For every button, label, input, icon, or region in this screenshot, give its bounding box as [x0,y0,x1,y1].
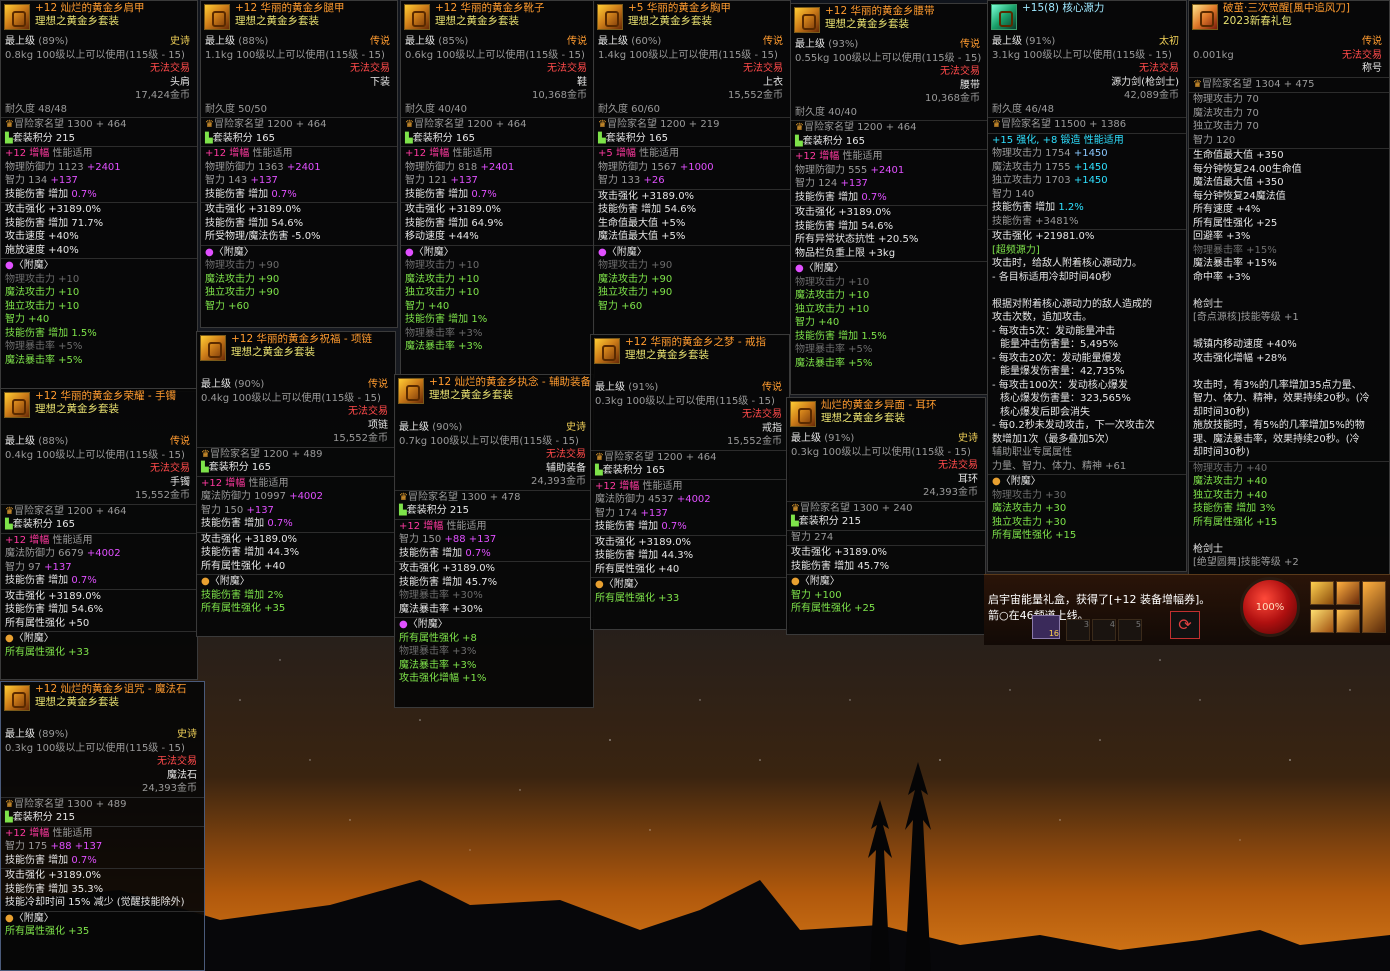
enchant-orb-icon: ● [201,576,210,587]
enchant-orb-icon: ● [5,912,14,924]
portrait-badge: 16 [1048,629,1059,638]
enchant-orb-icon: ● [205,246,214,258]
skill-icon-4[interactable] [1336,609,1360,633]
skill-icon-2[interactable] [1336,581,1360,605]
pants-icon [204,4,230,30]
skill-icon-3[interactable] [1310,609,1334,633]
tooltip-title-gift: 破茧·三次觉醒[風中追风刀] 2023新春礼包 传说 0.001kg 无法交易 称… [1188,0,1390,578]
quick-slot-3[interactable]: 3 [1066,619,1090,641]
quick-slot-5[interactable]: 5 [1118,619,1142,641]
tooltip-support-equipment: +12 灿烂的黄金乡执念 - 辅助装备 理想之黄金乡套装 最上级 (90%) 史诗… [394,374,594,708]
shoulder-armor-icon [4,4,30,30]
skill-slot-icon[interactable]: ⟳ [1170,611,1200,639]
enchant-orb-icon: ● [399,619,408,630]
item-title: +12 灿烂的黄金乡诅咒 - 魔法石 [35,683,187,695]
enchant-orb-icon: ● [795,263,804,274]
tooltip-core-weapon: +15(8) 核心源力 最上级 (91%) 太初 3.1kg 100级以上可以使用… [987,0,1187,572]
necklace-icon [200,335,226,361]
shoes-icon [404,4,430,30]
durability: 耐久度 48/48 [5,103,67,115]
set-icon: ▙ [791,516,799,527]
item-title: +12 华丽的黄金乡荣耀 - 手镯 [35,390,176,402]
untradeable: 无法交易 [150,63,190,74]
grade: 史诗 [170,36,190,47]
fame-icon: ♛ [992,119,1001,130]
set-icon: ▙ [399,505,407,516]
bracelet-icon [4,392,30,418]
tooltip-belt: +12 华丽的黄金乡腰带 理想之黄金乡套装 最上级 (93%) 传说 0.55kg… [790,3,988,395]
ring-icon [594,338,620,364]
tooltip-shoes: +12 华丽的黄金乡靴子 理想之黄金乡套装 最上级 (85%) 传说 0.6kg … [400,0,595,378]
set-icon: ▙ [5,519,13,530]
set-name: 理想之黄金乡套装 [35,15,119,27]
tooltip-necklace: +12 华丽的黄金乡祝福 - 项链 理想之黄金乡套装 最上级 (90%) 传说 0… [196,331,396,637]
enchant-orb-icon: ● [992,476,1001,487]
title-gift-icon [1192,4,1218,30]
enchant-orb-icon: ● [598,246,607,258]
tooltip-bracelet: +12 华丽的黄金乡荣耀 - 手镯 理想之黄金乡套装 最上级 (88%) 传说 0… [0,388,198,680]
magic-stone-icon [4,685,30,711]
earring-icon [790,401,816,427]
belt-icon [794,7,820,33]
tooltip-magic-stone: +12 灿烂的黄金乡诅咒 - 魔法石 理想之黄金乡套装 最上级 (89%) 史诗 … [0,681,205,971]
fame-icon: ♛ [405,119,414,130]
tooltip-pants: +12 华丽的黄金乡腿甲 理想之黄金乡套装 最上级 (88%) 传说 1.1kg … [200,0,398,328]
max-level: 最上级 [5,36,35,47]
tooltip-chest: +5 华丽的黄金乡胸甲 理想之黄金乡套装 最上级 (60%) 传说 1.4kg 1… [593,0,791,336]
fame-icon: ♛ [399,491,408,503]
fame-icon: ♛ [201,448,210,460]
fame-icon: ♛ [5,505,14,517]
set-icon: ▙ [201,462,209,473]
set-icon: ▙ [598,132,606,144]
weight: 0.8kg [5,49,34,61]
fame-icon: ♛ [791,502,800,514]
fame-icon: ♛ [205,119,214,130]
level-req: 100级以上可以使用(115级 - 15) [36,49,185,61]
set-icon: ▙ [595,465,603,476]
fame: 1300 + 464 [67,119,127,130]
hp-percent: 100% [1255,602,1285,613]
hud-bar: 启宇宙能量礼盒，获得了[+12 装备增幅券]。 箭○在46频道上线。 16 3 … [984,574,1390,645]
set-icon: ▙ [5,812,13,823]
enchant-orb-icon: ● [791,576,800,587]
set-icon: ▙ [405,132,413,144]
skill-icon-1[interactable] [1310,581,1334,605]
fame-icon: ♛ [5,119,14,130]
set-name: 理想之黄金乡套装 [35,696,119,708]
enchant-orb-icon: ● [405,246,414,258]
enchant-orb-icon: ● [5,633,14,644]
set-icon: ▙ [5,132,13,144]
hp-orb: 100% [1240,577,1300,637]
enchant-orb-icon: ● [5,260,14,271]
fame-icon: ♛ [598,119,607,130]
set-name: 理想之黄金乡套装 [35,403,119,415]
skill-icon-5[interactable] [1362,581,1386,633]
character-portrait[interactable]: 16 [1032,615,1060,639]
item-title: +12 灿烂的黄金乡肩甲 [35,2,145,14]
tooltip-shoulder: +12 灿烂的黄金乡肩甲 理想之黄金乡套装 最上级 (89%) 史诗 0.8kg … [0,0,198,392]
price: 17,424金币 [135,90,190,101]
tooltip-earring: 灿烂的黄金乡异面 - 耳环 理想之黄金乡套装 最上级 (91%) 史诗 0.3kg… [786,397,986,635]
fame-icon: ♛ [1193,78,1202,90]
system-notice-1: 启宇宙能量礼盒，获得了[+12 装备增幅券]。 [988,593,1211,606]
chest-armor-icon [597,4,623,30]
slot: 头肩 [170,76,190,88]
core-weapon-icon [991,4,1017,30]
durability-pct: (89%) [38,36,69,47]
fame-icon: ♛ [5,798,14,810]
fame-icon: ♛ [795,122,804,133]
fame-icon: ♛ [595,451,604,463]
set-icon: ▙ [205,132,213,144]
set-icon: ▙ [795,135,803,147]
enchant-orb-icon: ● [595,579,604,590]
quick-slot-4[interactable]: 4 [1092,619,1116,641]
tooltip-ring: +12 华丽的黄金乡之梦 - 戒指 理想之黄金乡套装 最上级 (91%) 传说 0… [590,334,790,630]
support-equipment-icon [398,378,424,404]
